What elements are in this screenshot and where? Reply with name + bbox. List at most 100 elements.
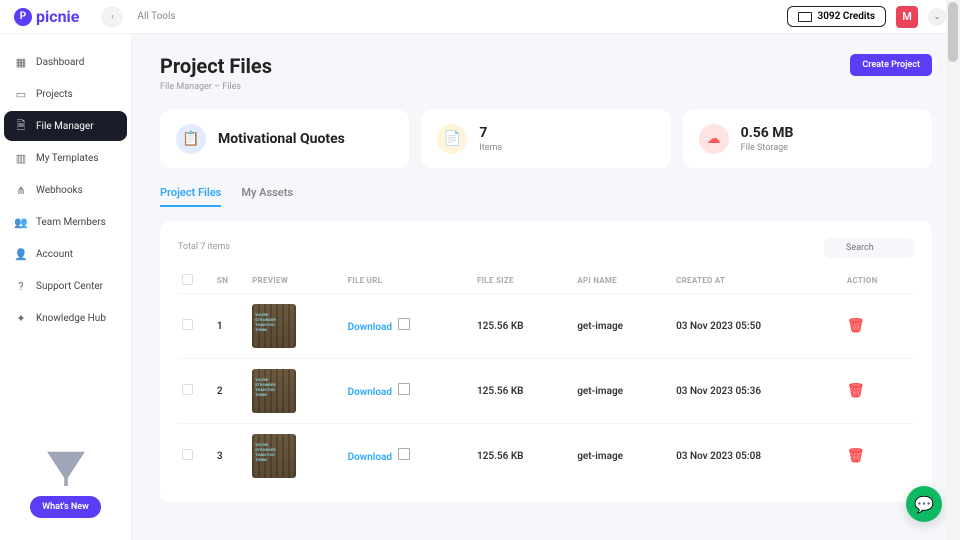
select-all-checkbox[interactable] [182, 274, 193, 285]
copy-url-icon[interactable] [400, 385, 410, 395]
cloud-icon: ☁ [699, 124, 729, 154]
sidebar-item-account[interactable]: 👤Account [4, 239, 127, 269]
sidebar-item-label: Support Center [36, 281, 103, 292]
sidebar-item-webhooks[interactable]: ⋔ Webhooks [4, 175, 127, 205]
breadcrumb-files: Files [222, 82, 241, 92]
col-file-url: FILE URL [344, 268, 473, 294]
delete-icon[interactable]: 🗑 [847, 448, 865, 464]
topbar: P picnie ‹ All Tools 3092 Credits M ⌄ [0, 0, 960, 34]
stat-card-project: 📋 Motivational Quotes [160, 110, 409, 168]
cell-created: 03 Nov 2023 05:08 [672, 424, 843, 489]
page-scrollbar[interactable] [946, 0, 960, 540]
all-tools-link[interactable]: All Tools [137, 11, 175, 22]
sidebar-item-support-center[interactable]: ? Support Center [4, 271, 127, 301]
col-created-at: CREATED AT [672, 268, 843, 294]
user-menu-toggle[interactable]: ⌄ [928, 8, 946, 26]
team-icon: 👥 [14, 215, 28, 229]
create-project-button[interactable]: Create Project [850, 54, 932, 76]
copy-url-icon[interactable] [400, 450, 410, 460]
sidebar-item-label: Account [36, 249, 73, 260]
breadcrumb-file-manager[interactable]: File Manager [160, 82, 212, 92]
col-file-size: FILE SIZE [473, 268, 573, 294]
delete-icon[interactable]: 🗑 [847, 318, 865, 334]
table-row: 3Download125.56 KBget-image03 Nov 2023 0… [178, 424, 914, 489]
chevron-left-icon: ‹ [111, 12, 114, 22]
credits-text: 3092 Credits [818, 11, 876, 22]
sidebar: ▦ Dashboard ▭ Projects 🗎 File Manager ▥ My T… [0, 34, 132, 540]
files-table-card: Total 7 items SN PREVIEW FILE URL FILE S… [160, 221, 932, 502]
cell-size: 125.56 KB [473, 424, 573, 489]
search-input[interactable] [824, 238, 914, 258]
col-action: ACTION [843, 268, 914, 294]
download-link[interactable]: Download [348, 322, 392, 333]
download-link[interactable]: Download [348, 452, 392, 463]
sidebar-item-label: Webhooks [36, 185, 83, 196]
search-wrap [824, 235, 914, 258]
chat-icon: 💬 [914, 495, 934, 514]
brand-logo[interactable]: P picnie [14, 7, 79, 26]
row-checkbox[interactable] [182, 449, 193, 460]
chevron-down-icon: ⌄ [934, 12, 941, 21]
file-manager-icon: 🗎 [14, 119, 28, 133]
user-avatar[interactable]: M [896, 6, 918, 28]
tab-my-assets[interactable]: My Assets [241, 186, 293, 207]
chat-fab[interactable]: 💬 [906, 486, 942, 522]
cell-size: 125.56 KB [473, 359, 573, 424]
items-count: 7 [479, 125, 502, 141]
sidebar-item-dashboard[interactable]: ▦ Dashboard [4, 47, 127, 77]
templates-icon: ▥ [14, 151, 28, 165]
sidebar-item-label: Knowledge Hub [36, 313, 106, 324]
cell-api: get-image [573, 359, 672, 424]
delete-icon[interactable]: 🗑 [847, 383, 865, 399]
row-checkbox[interactable] [182, 319, 193, 330]
preview-thumbnail[interactable] [252, 304, 296, 348]
preview-thumbnail[interactable] [252, 434, 296, 478]
cell-created: 03 Nov 2023 05:36 [672, 359, 843, 424]
funnel-icon [41, 450, 91, 486]
cell-sn: 2 [213, 359, 248, 424]
dashboard-icon: ▦ [14, 55, 28, 69]
col-api-name: API NAME [573, 268, 672, 294]
file-icon: 📄 [437, 124, 467, 154]
sidebar-item-label: Dashboard [36, 57, 84, 68]
preview-thumbnail[interactable] [252, 369, 296, 413]
sidebar-item-label: My Templates [36, 153, 99, 164]
sidebar-item-label: File Manager [36, 121, 94, 132]
credits-badge[interactable]: 3092 Credits [787, 6, 887, 27]
sidebar-item-file-manager[interactable]: 🗎 File Manager [4, 111, 127, 141]
sidebar-item-my-templates[interactable]: ▥ My Templates [4, 143, 127, 173]
download-link[interactable]: Download [348, 387, 392, 398]
knowledge-icon: ✦ [14, 311, 28, 325]
cell-sn: 3 [213, 424, 248, 489]
col-sn: SN [213, 268, 248, 294]
support-icon: ? [14, 279, 28, 293]
webhooks-icon: ⋔ [14, 183, 28, 197]
clipboard-icon: 📋 [176, 124, 206, 154]
sidebar-collapse-button[interactable]: ‹ [101, 6, 123, 28]
items-label: Items [479, 143, 502, 153]
storage-value: 0.56 MB [741, 125, 794, 141]
breadcrumb: File Manager – Files [160, 82, 272, 92]
files-table: SN PREVIEW FILE URL FILE SIZE API NAME C… [178, 268, 914, 488]
copy-url-icon[interactable] [400, 320, 410, 330]
brand-logo-text: picnie [36, 7, 79, 26]
sidebar-item-label: Projects [36, 89, 73, 100]
total-items-text: Total 7 items [178, 242, 230, 252]
tab-project-files[interactable]: Project Files [160, 186, 221, 207]
cell-sn: 1 [213, 294, 248, 359]
sidebar-item-team-members[interactable]: 👥 Team Members [4, 207, 127, 237]
whats-new-button[interactable]: What's New [30, 496, 101, 518]
cell-created: 03 Nov 2023 05:50 [672, 294, 843, 359]
stat-card-storage: ☁ 0.56 MBFile Storage [683, 110, 932, 168]
credits-icon [798, 12, 812, 22]
sidebar-item-label: Team Members [36, 217, 106, 228]
sidebar-item-knowledge-hub[interactable]: ✦ Knowledge Hub [4, 303, 127, 333]
stat-card-items: 📄 7 Items [421, 110, 670, 168]
projects-icon: ▭ [14, 87, 28, 101]
sidebar-item-projects[interactable]: ▭ Projects [4, 79, 127, 109]
brand-logo-icon: P [14, 8, 32, 26]
col-preview: PREVIEW [248, 268, 344, 294]
row-checkbox[interactable] [182, 384, 193, 395]
table-row: 1Download125.56 KBget-image03 Nov 2023 0… [178, 294, 914, 359]
table-row: 2 Download 125.56 KBget-image03 Nov 2023 0… [178, 359, 914, 424]
